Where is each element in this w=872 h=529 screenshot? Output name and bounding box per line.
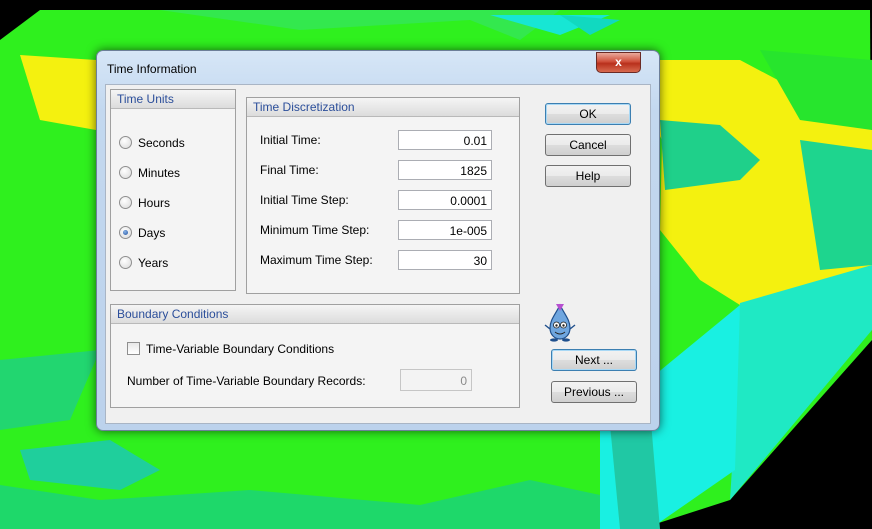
radio-seconds[interactable]: Seconds — [119, 135, 185, 151]
dialog-title: Time Information — [107, 62, 197, 76]
radio-icon[interactable] — [119, 196, 132, 209]
radio-icon[interactable] — [119, 256, 132, 269]
initial-time-step-label: Initial Time Step: — [260, 193, 349, 207]
final-time-label: Final Time: — [260, 163, 319, 177]
radio-icon[interactable] — [119, 136, 132, 149]
radio-days[interactable]: Days — [119, 225, 165, 241]
radio-selected-icon[interactable] — [119, 226, 132, 239]
radio-minutes-label: Minutes — [138, 166, 181, 180]
final-time-input[interactable]: 1825 — [398, 160, 492, 180]
help-button[interactable]: Help — [545, 165, 631, 187]
drop-mascot-icon — [544, 303, 576, 342]
boundary-conditions-group: Boundary Conditions Time-Variable Bounda… — [110, 304, 520, 408]
radio-hours-label: Hours — [138, 196, 171, 210]
time-discretization-heading: Time Discretization — [247, 98, 519, 117]
dialog-client-area: Time Units Seconds Minutes Hours Days Ye… — [105, 84, 651, 424]
initial-time-label: Initial Time: — [260, 133, 321, 147]
initial-time-input[interactable]: 0.01 — [398, 130, 492, 150]
maximum-time-step-label: Maximum Time Step: — [260, 253, 373, 267]
time-information-dialog: Time Information x Time Units Seconds Mi… — [96, 50, 660, 431]
maximum-time-step-input[interactable]: 30 — [398, 250, 492, 270]
boundary-conditions-heading: Boundary Conditions — [111, 305, 519, 324]
boundary-records-input[interactable]: 0 — [400, 369, 472, 391]
minimum-time-step-label: Minimum Time Step: — [260, 223, 370, 237]
radio-icon[interactable] — [119, 166, 132, 179]
previous-button[interactable]: Previous ... — [551, 381, 637, 403]
title-bar[interactable]: Time Information x — [97, 51, 659, 85]
radio-minutes[interactable]: Minutes — [119, 165, 180, 181]
radio-hours[interactable]: Hours — [119, 195, 170, 211]
radio-days-label: Days — [138, 226, 166, 240]
radio-seconds-label: Seconds — [138, 136, 185, 150]
boundary-records-label: Number of Time-Variable Boundary Records… — [127, 374, 366, 388]
radio-years[interactable]: Years — [119, 255, 168, 271]
close-button[interactable]: x — [596, 52, 641, 73]
time-units-heading: Time Units — [111, 90, 235, 109]
cancel-button[interactable]: Cancel — [545, 134, 631, 156]
next-button[interactable]: Next ... — [551, 349, 637, 371]
time-variable-boundary-label: Time-Variable Boundary Conditions — [146, 342, 335, 356]
minimum-time-step-input[interactable]: 1e-005 — [398, 220, 492, 240]
ok-button[interactable]: OK — [545, 103, 631, 125]
time-variable-boundary-checkbox[interactable] — [127, 342, 140, 355]
radio-years-label: Years — [138, 256, 169, 270]
time-discretization-group: Time Discretization Initial Time: 0.01 F… — [246, 97, 520, 294]
time-units-group: Time Units Seconds Minutes Hours Days Ye… — [110, 89, 236, 291]
time-variable-boundary-checkbox-row[interactable]: Time-Variable Boundary Conditions — [127, 341, 334, 357]
close-icon: x — [615, 55, 622, 69]
initial-time-step-input[interactable]: 0.0001 — [398, 190, 492, 210]
